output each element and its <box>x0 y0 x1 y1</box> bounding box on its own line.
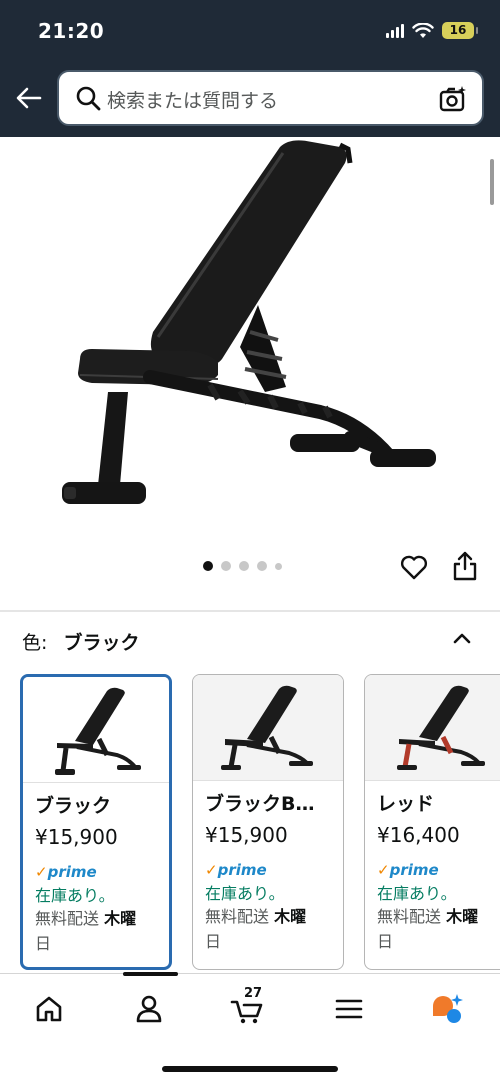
search-icon <box>76 86 101 111</box>
color-option-price: ¥16,400 <box>377 823 460 847</box>
delivery-info: 無料配送 木曜日 <box>377 907 479 951</box>
stock-status: 在庫あり。 <box>35 886 115 905</box>
prime-badge: ✓prime <box>35 863 97 881</box>
bottom-nav: 27 <box>0 972 500 1080</box>
bench-thumbnail-red <box>397 685 485 770</box>
color-option-name: ブラック <box>35 795 112 817</box>
pagination-dot[interactable] <box>221 561 231 571</box>
scroll-indicator <box>490 159 494 205</box>
color-option-card[interactable]: ブラック ¥15,900 ✓prime 在庫あり。 無料配送 木曜日 <box>20 674 172 970</box>
color-option-thumbnail <box>23 677 169 783</box>
color-label: 色: <box>22 632 48 654</box>
cart-count-badge: 27 <box>244 986 263 1001</box>
wifi-icon <box>412 22 434 38</box>
home-indicator <box>162 1066 338 1072</box>
stock-status: 在庫あり。 <box>377 884 457 903</box>
prime-check-icon: ✓ <box>35 863 48 881</box>
account-icon[interactable] <box>132 992 166 1026</box>
color-option-name: レッド <box>377 793 435 815</box>
delivery-info: 無料配送 木曜日 <box>35 909 137 953</box>
app-header: 21:20 16 検索または質問する <box>0 0 500 137</box>
color-option-thumbnail <box>365 675 500 781</box>
selected-color: ブラック <box>63 632 140 654</box>
color-option-name: ブラックB… <box>205 793 315 815</box>
search-placeholder: 検索または質問する <box>107 90 279 112</box>
pagination-dot[interactable] <box>257 561 267 571</box>
back-arrow-icon[interactable] <box>14 83 44 113</box>
status-time: 21:20 <box>38 19 105 43</box>
share-icon[interactable] <box>452 550 478 582</box>
heart-icon[interactable] <box>399 552 429 582</box>
pagination-dot[interactable] <box>239 561 249 571</box>
chevron-up-icon[interactable] <box>451 627 473 649</box>
product-image-bench <box>62 140 436 504</box>
color-option-card[interactable]: ブラックB… ¥15,900 ✓prime 在庫あり。 無料配送 木曜日 <box>192 674 344 970</box>
color-option-thumbnail <box>193 675 343 781</box>
search-input[interactable]: 検索または質問する <box>57 70 484 126</box>
pagination-dot[interactable] <box>203 561 213 571</box>
cellular-signal-icon <box>386 23 404 38</box>
section-divider <box>0 610 500 612</box>
rufus-assistant-icon[interactable] <box>430 992 464 1026</box>
bench-thumbnail-black <box>55 687 141 775</box>
color-selector-header: 色: ブラック <box>22 628 139 655</box>
prime-badge: ✓prime <box>205 861 267 879</box>
delivery-info: 無料配送 木曜日 <box>205 907 307 951</box>
pagination-dot[interactable] <box>275 562 282 570</box>
bench-thumbnail-black-b <box>221 685 313 770</box>
battery-indicator: 16 <box>442 22 478 39</box>
prime-check-icon: ✓ <box>205 861 218 879</box>
color-options-list: ブラック ¥15,900 ✓prime 在庫あり。 無料配送 木曜日 ブラックB… <box>20 674 500 970</box>
stock-status: 在庫あり。 <box>205 884 285 903</box>
menu-icon[interactable] <box>332 992 366 1026</box>
color-option-card[interactable]: レッド ¥16,400 ✓prime 在庫あり。 無料配送 木曜日 <box>364 674 500 970</box>
active-tab-indicator <box>123 972 178 976</box>
color-option-price: ¥15,900 <box>35 825 118 849</box>
home-icon[interactable] <box>32 992 66 1026</box>
color-option-price: ¥15,900 <box>205 823 288 847</box>
product-image-gallery[interactable] <box>0 137 500 610</box>
prime-badge: ✓prime <box>377 861 439 879</box>
status-icons: 16 <box>386 22 478 39</box>
prime-check-icon: ✓ <box>377 861 390 879</box>
image-pagination-dots[interactable] <box>203 561 282 571</box>
camera-search-icon[interactable] <box>438 84 468 114</box>
